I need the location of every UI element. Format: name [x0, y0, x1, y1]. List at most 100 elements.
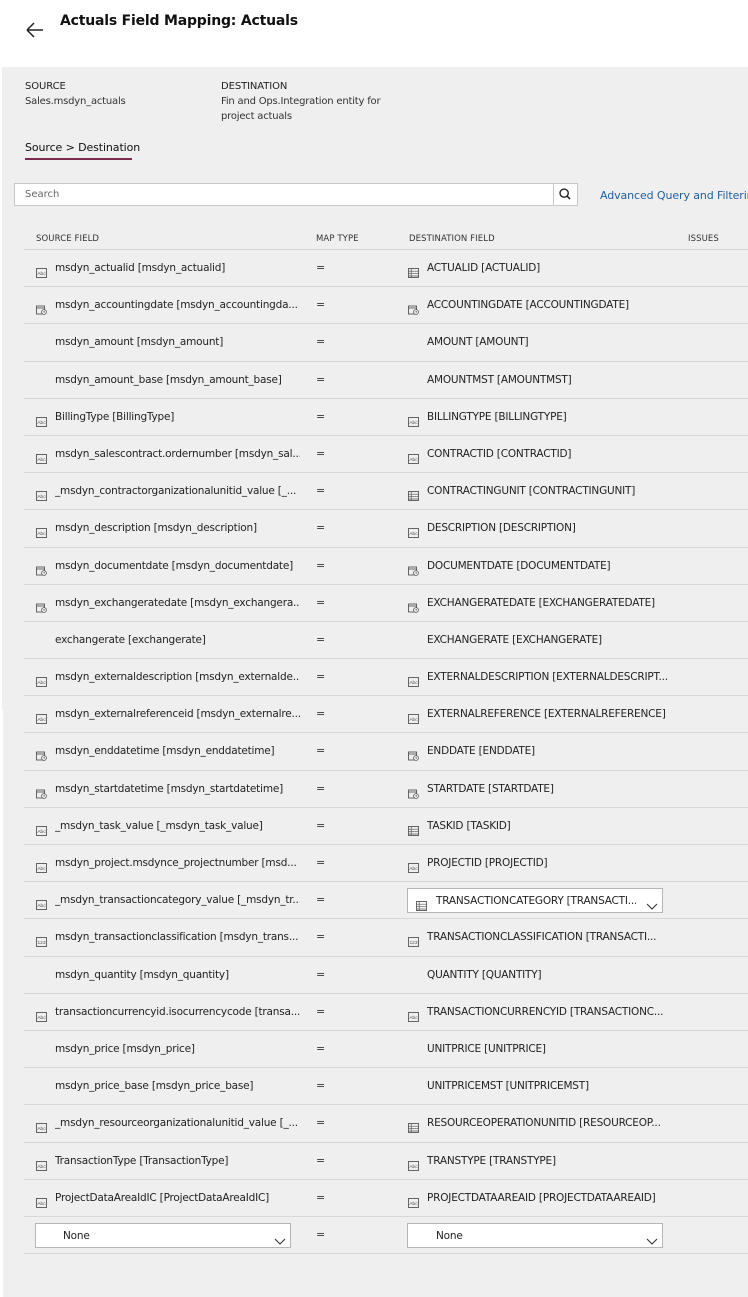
source-field[interactable]: _msdyn_task_value [_msdyn_task_value]: [55, 820, 300, 832]
mapping-row[interactable]: msdyn_price [msdyn_price] = UNITPRICE [UNI…: [24, 1031, 748, 1069]
tab-source-destination[interactable]: Source > Destination: [25, 141, 140, 154]
map-type[interactable]: =: [316, 373, 325, 386]
mapping-row[interactable]: msdyn_enddatetime [msdyn_enddatetime] = EN…: [24, 733, 748, 771]
source-field[interactable]: msdyn_externalreferenceid [msdyn_externa…: [55, 708, 300, 720]
source-field[interactable]: ProjectDataAreaIdIC [ProjectDataAreaIdIC…: [55, 1192, 300, 1204]
mapping-row[interactable]: 123 msdyn_transactionclassification [msdy…: [24, 919, 748, 957]
map-type[interactable]: =: [316, 744, 325, 757]
destination-field[interactable]: RESOURCEOPERATIONUNITID [RESOURCEOP...: [427, 1117, 697, 1129]
destination-field[interactable]: UNITPRICE [UNITPRICE]: [427, 1043, 697, 1055]
source-field[interactable]: msdyn_documentdate [msdyn_documentdate]: [55, 560, 300, 572]
search-input[interactable]: Search: [14, 183, 554, 206]
mapping-row[interactable]: msdyn_startdatetime [msdyn_startdatetime…: [24, 771, 748, 808]
map-type[interactable]: =: [316, 782, 325, 795]
map-type[interactable]: =: [316, 484, 325, 497]
destination-field[interactable]: EXTERNALDESCRIPTION [EXTERNALDESCRIPT...: [427, 671, 697, 683]
mapping-row[interactable]: msdyn_amount_base [msdyn_amount_base] = AM…: [24, 362, 748, 399]
mapping-row[interactable]: msdyn_documentdate [msdyn_documentdate] =…: [24, 548, 748, 585]
destination-field-select[interactable]: None: [407, 1222, 663, 1248]
mapping-row[interactable]: Abc TransactionType [TransactionType] = Abc…: [24, 1143, 748, 1180]
map-type[interactable]: =: [316, 707, 325, 720]
destination-field[interactable]: CONTRACTINGUNIT [CONTRACTINGUNIT]: [427, 485, 697, 497]
mapping-row[interactable]: Abc _msdyn_task_value [_msdyn_task_value]…: [24, 808, 748, 845]
destination-field[interactable]: EXCHANGERATE [EXCHANGERATE]: [427, 634, 697, 646]
map-type[interactable]: =: [316, 670, 325, 683]
destination-field[interactable]: ACTUALID [ACTUALID]: [427, 262, 697, 274]
mapping-row[interactable]: Abc BillingType [BillingType] = Abc BILLINGT…: [24, 399, 748, 436]
source-field-select[interactable]: None: [35, 1222, 291, 1248]
source-field[interactable]: exchangerate [exchangerate]: [55, 634, 300, 646]
mapping-row[interactable]: Abc msdyn_salescontract.ordernumber [msdy…: [24, 436, 748, 474]
destination-field[interactable]: AMOUNT [AMOUNT]: [427, 336, 697, 348]
mapping-row[interactable]: Abc ProjectDataAreaIdIC [ProjectDataAreaI…: [24, 1180, 748, 1217]
col-header-maptype[interactable]: MAP TYPE: [316, 234, 359, 244]
source-field[interactable]: msdyn_description [msdyn_description]: [55, 522, 300, 534]
mapping-row[interactable]: Abc msdyn_actualid [msdyn_actualid] = ACTUA…: [24, 250, 748, 288]
destination-field[interactable]: EXTERNALREFERENCE [EXTERNALREFERENCE]: [427, 708, 697, 720]
map-type[interactable]: =: [316, 856, 325, 869]
source-field[interactable]: msdyn_amount_base [msdyn_amount_base]: [55, 374, 300, 386]
map-type[interactable]: =: [316, 893, 325, 906]
source-field[interactable]: TransactionType [TransactionType]: [55, 1155, 300, 1167]
source-field[interactable]: msdyn_price_base [msdyn_price_base]: [55, 1080, 300, 1092]
mapping-row[interactable]: Abc msdyn_externaldescription [msdyn_exte…: [24, 659, 748, 697]
destination-field[interactable]: ACCOUNTINGDATE [ACCOUNTINGDATE]: [427, 299, 697, 311]
mapping-row[interactable]: Abc _msdyn_contractorganizationalunitid_v…: [24, 473, 748, 511]
source-field[interactable]: BillingType [BillingType]: [55, 411, 300, 423]
map-type[interactable]: =: [316, 559, 325, 572]
back-arrow-icon[interactable]: [22, 18, 48, 42]
mapping-row[interactable]: msdyn_quantity [msdyn_quantity] = QUANTITY…: [24, 957, 748, 994]
source-field[interactable]: msdyn_transactionclassification [msdyn_t…: [55, 931, 300, 943]
search-button[interactable]: [553, 183, 578, 206]
map-type[interactable]: =: [316, 930, 325, 943]
source-field[interactable]: _msdyn_transactioncategory_value [_msdyn…: [55, 894, 300, 906]
destination-field[interactable]: TRANSACTIONCURRENCYID [TRANSACTIONC...: [427, 1006, 697, 1018]
destination-field[interactable]: TRANSACTIONCLASSIFICATION [TRANSACTI...: [427, 931, 697, 943]
map-type[interactable]: =: [316, 1191, 325, 1204]
map-type[interactable]: =: [316, 447, 325, 460]
source-field[interactable]: msdyn_price [msdyn_price]: [55, 1043, 300, 1055]
map-type[interactable]: =: [316, 633, 325, 646]
map-type[interactable]: =: [316, 521, 325, 534]
destination-field[interactable]: STARTDATE [STARTDATE]: [427, 783, 697, 795]
mapping-row[interactable]: Abc transactioncurrencyid.isocurrencycode…: [24, 994, 748, 1031]
destination-field[interactable]: ENDDATE [ENDDATE]: [427, 745, 697, 757]
source-field[interactable]: _msdyn_contractorganizationalunitid_valu…: [55, 485, 300, 497]
map-type[interactable]: =: [316, 596, 325, 609]
destination-field[interactable]: CONTRACTID [CONTRACTID]: [427, 448, 697, 460]
source-field[interactable]: msdyn_quantity [msdyn_quantity]: [55, 969, 300, 981]
map-type[interactable]: =: [316, 1228, 325, 1241]
source-field[interactable]: msdyn_externaldescription [msdyn_externa…: [55, 671, 300, 683]
source-field[interactable]: msdyn_enddatetime [msdyn_enddatetime]: [55, 745, 300, 757]
mapping-row[interactable]: msdyn_accountingdate [msdyn_accountingda…: [24, 287, 748, 325]
source-field[interactable]: msdyn_salescontract.ordernumber [msdyn_s…: [55, 448, 300, 460]
map-type[interactable]: =: [316, 1116, 325, 1129]
source-field[interactable]: msdyn_actualid [msdyn_actualid]: [55, 262, 300, 274]
mapping-row[interactable]: msdyn_price_base [msdyn_price_base] = UNIT…: [24, 1068, 748, 1106]
destination-field[interactable]: EXCHANGERATEDATE [EXCHANGERATEDATE]: [427, 597, 697, 609]
mapping-row[interactable]: Abc _msdyn_transactioncategory_value [_ms…: [24, 882, 748, 920]
destination-field[interactable]: DESCRIPTION [DESCRIPTION]: [427, 522, 697, 534]
source-field[interactable]: msdyn_project.msdynce_projectnumber [msd…: [55, 857, 300, 869]
source-field[interactable]: transactioncurrencyid.isocurrencycode [t…: [55, 1006, 300, 1018]
map-type[interactable]: =: [316, 819, 325, 832]
mapping-row[interactable]: Abc msdyn_project.msdynce_projectnumber […: [24, 845, 748, 883]
mapping-row[interactable]: exchangerate [exchangerate] = EXCHANGERATE…: [24, 622, 748, 660]
map-type[interactable]: =: [316, 298, 325, 311]
destination-field[interactable]: PROJECTDATAAREAID [PROJECTDATAAREAID]: [427, 1192, 697, 1204]
map-type[interactable]: =: [316, 1154, 325, 1167]
mapping-row[interactable]: msdyn_exchangeratedate [msdyn_exchangera…: [24, 585, 748, 622]
destination-field[interactable]: UNITPRICEMST [UNITPRICEMST]: [427, 1080, 697, 1092]
destination-field[interactable]: QUANTITY [QUANTITY]: [427, 969, 697, 981]
destination-field[interactable]: DOCUMENTDATE [DOCUMENTDATE]: [427, 560, 697, 572]
col-header-source[interactable]: SOURCE FIELD: [36, 234, 99, 244]
destination-field-dropdown[interactable]: TRANSACTIONCATEGORY [TRANSACTI...: [407, 888, 663, 914]
map-type[interactable]: =: [316, 335, 325, 348]
mapping-row[interactable]: msdyn_amount [msdyn_amount] = AMOUNT [AMOU…: [24, 324, 748, 362]
advanced-query-link[interactable]: Advanced Query and Filtering: [600, 189, 748, 202]
destination-field[interactable]: PROJECTID [PROJECTID]: [427, 857, 697, 869]
source-field[interactable]: _msdyn_resourceorganizationalunitid_valu…: [55, 1117, 300, 1129]
col-header-issues[interactable]: ISSUES: [688, 234, 719, 244]
destination-field[interactable]: TRANSTYPE [TRANSTYPE]: [427, 1155, 697, 1167]
destination-field[interactable]: BILLINGTYPE [BILLINGTYPE]: [427, 411, 697, 423]
